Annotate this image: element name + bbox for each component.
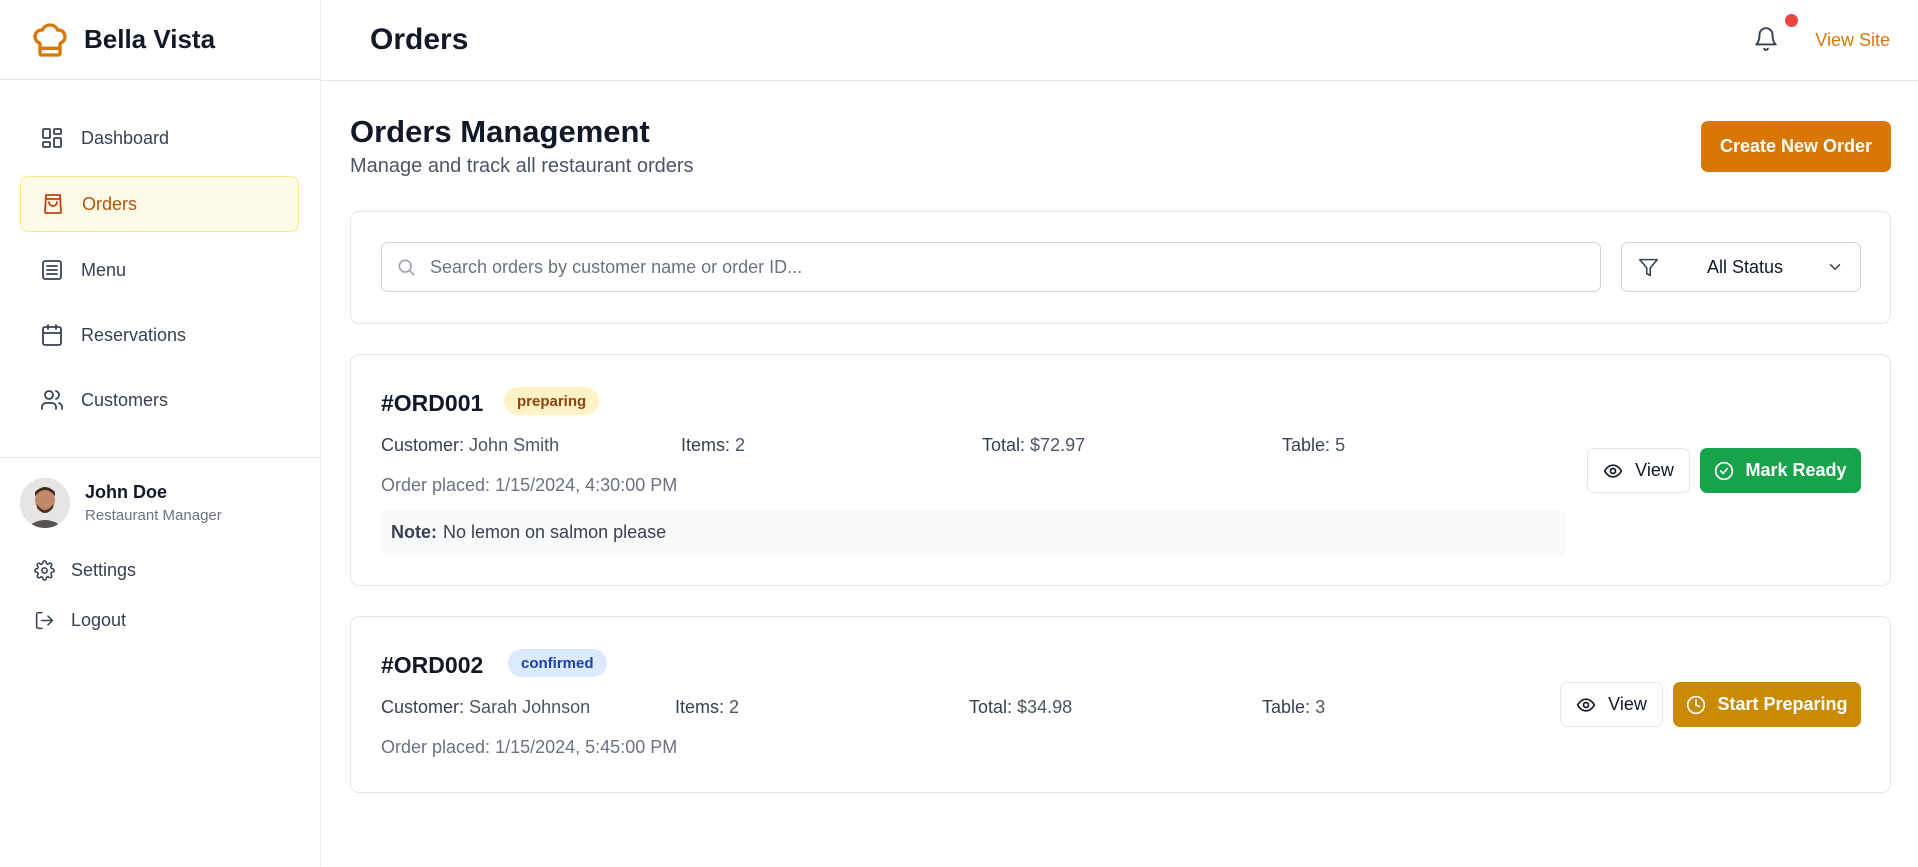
order-placed: Order placed: 1/15/2024, 5:45:00 PM <box>381 737 678 757</box>
mark-ready-button[interactable]: Mark Ready <box>1700 448 1861 493</box>
user-profile[interactable]: John Doe Restaurant Manager <box>20 478 222 528</box>
sidebar-item-label: Reservations <box>81 324 187 345</box>
order-table: Table: 3 <box>1262 697 1326 717</box>
avatar <box>20 478 70 528</box>
sidebar-divider <box>0 457 321 458</box>
gear-icon <box>34 560 55 581</box>
logout-link[interactable]: Logout <box>34 610 126 631</box>
clock-icon <box>1686 695 1706 715</box>
chevron-down-icon <box>1826 258 1844 276</box>
menu-list-icon <box>40 258 64 282</box>
logout-icon <box>34 610 55 631</box>
user-name: John Doe <box>85 482 168 502</box>
page-subtitle: Manage and track all restaurant orders <box>350 155 694 177</box>
order-id: #ORD001 <box>381 390 484 416</box>
shopping-bag-icon <box>41 192 65 216</box>
order-note: Note: No lemon on salmon please <box>381 510 1566 555</box>
user-role: Restaurant Manager <box>85 507 222 524</box>
page-title: Orders Management <box>350 114 650 149</box>
create-new-order-button[interactable]: Create New Order <box>1701 121 1891 172</box>
filter-bar: All Status <box>350 211 1891 324</box>
order-total: Total: $34.98 <box>969 697 1073 717</box>
eye-icon <box>1576 695 1596 715</box>
order-table: Table: 5 <box>1282 435 1346 455</box>
order-card: #ORD002 confirmed Customer: Sarah Johnso… <box>350 616 1891 793</box>
status-badge: confirmed <box>508 649 607 677</box>
sidebar-item-orders[interactable]: Orders <box>20 176 299 232</box>
start-preparing-button[interactable]: Start Preparing <box>1673 682 1861 727</box>
sidebar: Bella Vista Dashboard Orders Menu Reserv… <box>0 0 321 867</box>
logout-label: Logout <box>71 610 127 630</box>
calendar-icon <box>40 323 64 347</box>
sidebar-item-label: Menu <box>81 259 127 280</box>
users-icon <box>40 388 64 412</box>
settings-label: Settings <box>71 560 137 580</box>
eye-icon <box>1603 461 1623 481</box>
order-customer: Customer: Sarah Johnson <box>381 697 591 717</box>
order-items: Items: 2 <box>681 435 746 455</box>
sidebar-item-reservations[interactable]: Reservations <box>20 307 299 363</box>
brand[interactable]: Bella Vista <box>0 0 320 80</box>
sidebar-item-label: Customers <box>81 389 169 410</box>
top-header: Orders View Site <box>321 0 1918 81</box>
view-order-button[interactable]: View <box>1560 682 1663 727</box>
order-customer: Customer: John Smith <box>381 435 560 455</box>
header-title: Orders <box>370 23 469 56</box>
settings-link[interactable]: Settings <box>34 560 136 581</box>
notification-badge <box>1785 14 1798 27</box>
order-id: #ORD002 <box>381 652 484 678</box>
sidebar-item-menu[interactable]: Menu <box>20 242 299 298</box>
sidebar-item-label: Orders <box>82 193 138 214</box>
filter-icon <box>1638 257 1659 278</box>
dashboard-icon <box>40 126 64 150</box>
view-order-button[interactable]: View <box>1587 448 1690 493</box>
order-card: #ORD001 preparing Customer: John Smith I… <box>350 354 1891 586</box>
order-placed: Order placed: 1/15/2024, 4:30:00 PM <box>381 475 678 495</box>
brand-name: Bella Vista <box>84 24 216 54</box>
check-circle-icon <box>1714 461 1734 481</box>
search-input[interactable] <box>430 256 1580 278</box>
sidebar-item-customers[interactable]: Customers <box>20 372 299 428</box>
order-total: Total: $72.97 <box>982 435 1086 455</box>
status-badge: preparing <box>504 387 600 415</box>
order-items: Items: 2 <box>675 697 740 717</box>
chef-hat-icon <box>30 20 70 60</box>
search-box[interactable] <box>381 242 1601 292</box>
search-icon <box>396 257 416 277</box>
status-filter-value: All Status <box>1707 256 1784 277</box>
view-site-link[interactable]: View Site <box>1815 30 1890 51</box>
status-filter-select[interactable]: All Status <box>1621 242 1861 292</box>
bell-icon[interactable] <box>1753 26 1779 52</box>
sidebar-item-label: Dashboard <box>81 127 170 148</box>
sidebar-item-dashboard[interactable]: Dashboard <box>20 110 299 166</box>
